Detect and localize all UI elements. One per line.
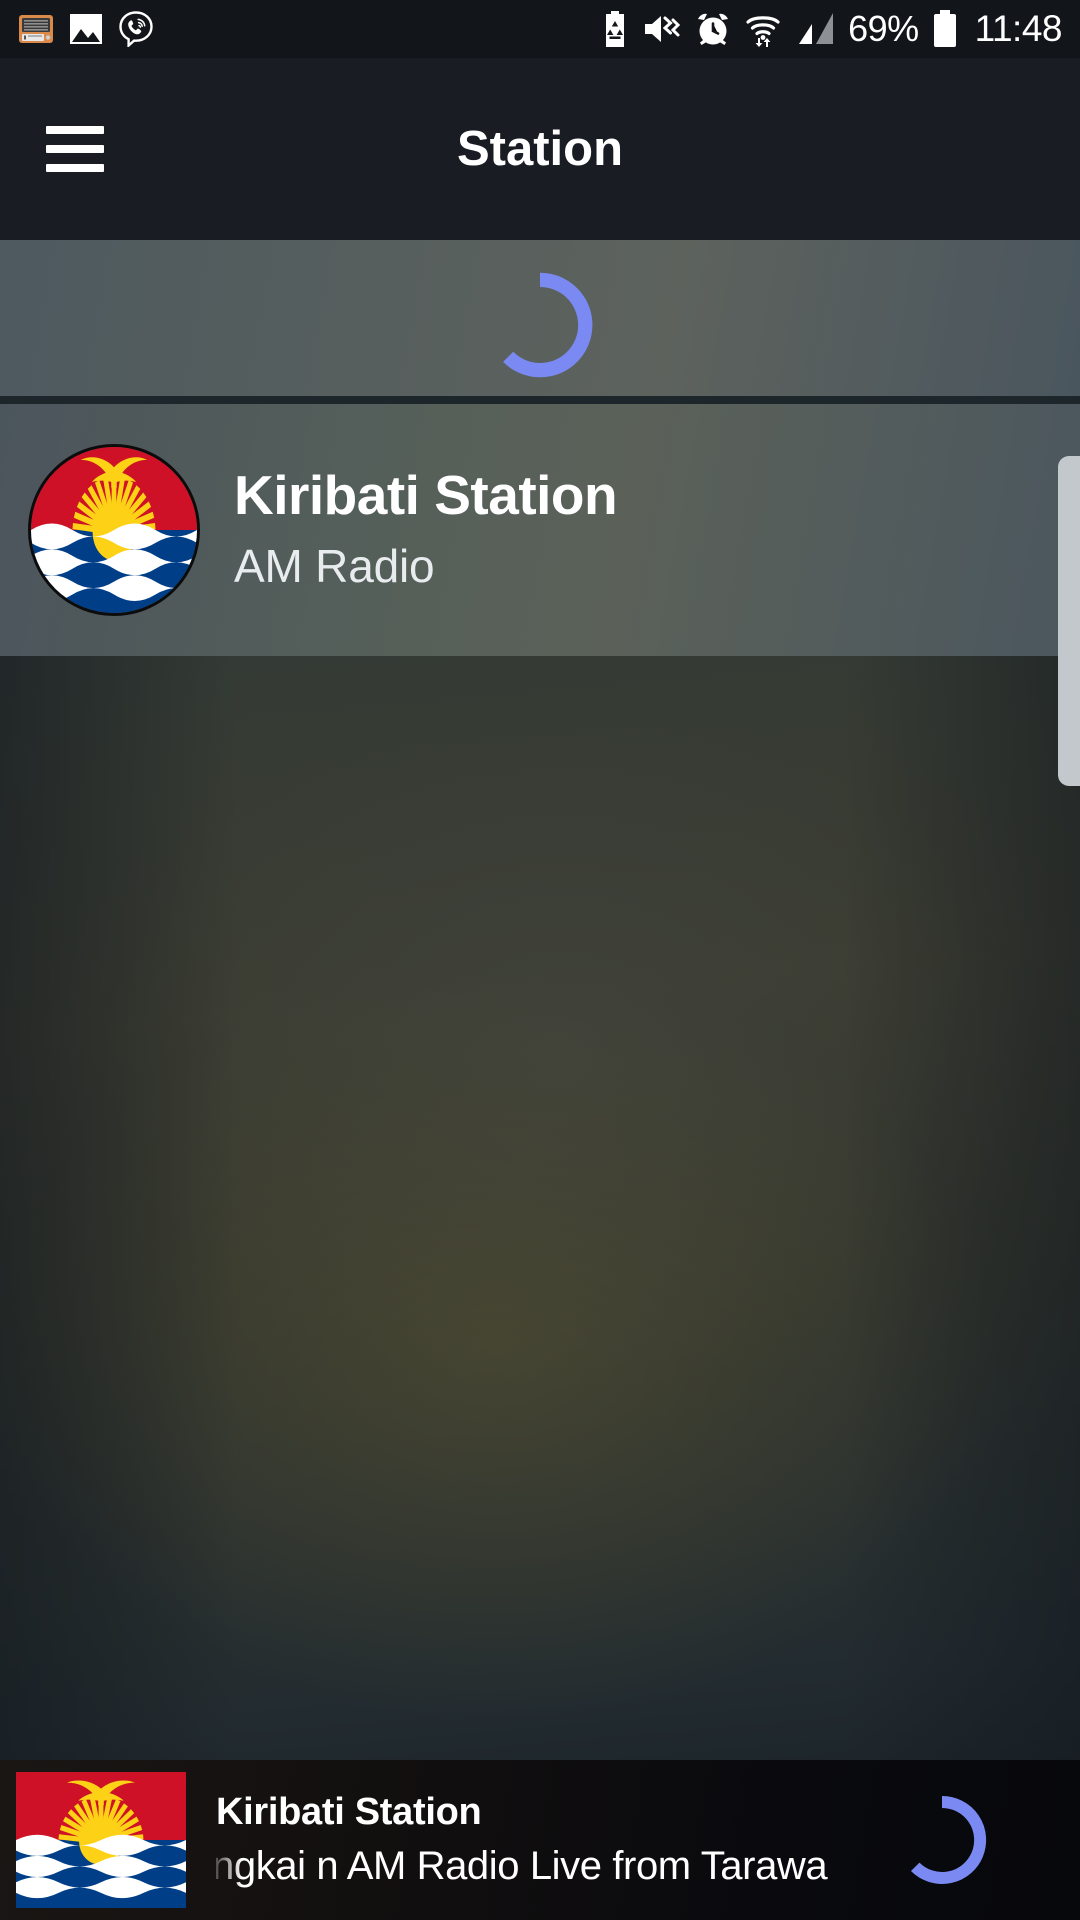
cellular-signal-icon: [799, 13, 834, 44]
status-bar: 69% 11:48: [0, 0, 1080, 58]
now-playing-title: ngkai n AM Radio Live from Tarawa: [216, 1844, 828, 1888]
station-name: Kiribati Station: [234, 464, 618, 527]
list-item[interactable]: Kiribati Station AM Radio: [0, 404, 1080, 656]
battery-icon: [933, 10, 956, 47]
station-subtitle: AM Radio: [234, 539, 435, 592]
kiribati-flag-icon: [28, 444, 200, 616]
status-bar-system-icons: 69% 11:48: [601, 8, 1063, 50]
now-playing-bar[interactable]: Kiribati Station ngkai n AM Radio Live f…: [0, 1760, 1080, 1920]
now-playing-text: Kiribati Station ngkai n AM Radio Live f…: [216, 1791, 872, 1889]
battery-percent-label: 69%: [848, 8, 919, 49]
battery-saver-icon: [606, 11, 625, 47]
alarm-clock-icon: [698, 13, 729, 45]
scrollbar[interactable]: [1058, 404, 1080, 1760]
wifi-data-icon: [746, 16, 780, 47]
status-bar-clock: 11:48: [974, 8, 1063, 49]
list-loading-header: [0, 240, 1080, 396]
scrollbar-thumb[interactable]: [1058, 456, 1080, 786]
now-playing-marquee: ngkai n AM Radio Live from Tarawa: [216, 1844, 872, 1889]
list-divider: [0, 396, 1080, 404]
gallery-image-icon: [70, 14, 102, 44]
page-title: Station: [456, 122, 624, 176]
list-item-text: Kiribati Station AM Radio: [234, 464, 618, 593]
radio-notification-icon: [19, 15, 53, 43]
status-bar-notification-icons: [0, 11, 154, 47]
app-bar: Station: [0, 58, 1080, 240]
sound-mute-vibrate-icon: [645, 16, 681, 42]
player-station-name: Kiribati Station: [216, 1791, 482, 1833]
kiribati-flag-icon: [16, 1772, 186, 1908]
viber-call-icon: [119, 11, 153, 47]
loading-spinner-icon: [483, 268, 597, 382]
phone-screen: 69% 11:48 Station Kiribati Station AM Ra…: [0, 0, 1080, 1920]
loading-spinner-icon: [894, 1792, 990, 1888]
